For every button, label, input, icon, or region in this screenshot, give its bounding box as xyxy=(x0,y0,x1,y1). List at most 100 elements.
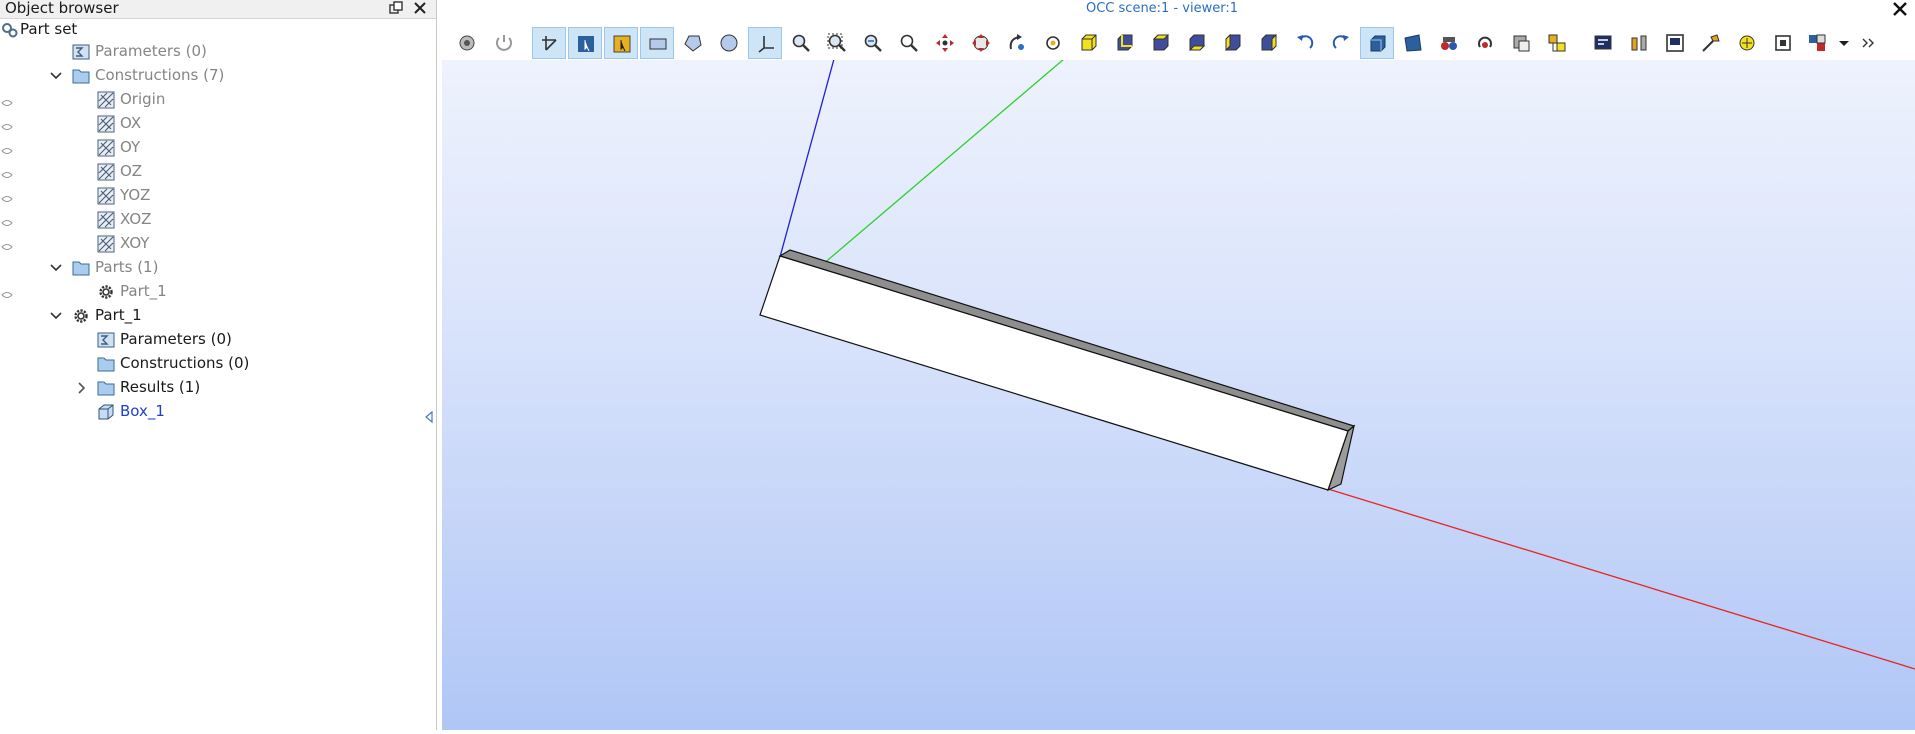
folder-icon xyxy=(97,379,115,397)
tree-item-xoy[interactable]: XOY xyxy=(0,232,430,256)
tree-item-part1-constructions[interactable]: Constructions (0) xyxy=(0,352,430,376)
tree-label: OX xyxy=(120,114,142,132)
tree-label: Part set xyxy=(20,20,78,38)
tree-label: Box_1 xyxy=(120,402,165,420)
top-view-icon[interactable] xyxy=(1144,27,1178,59)
tree-item-yoz[interactable]: YOZ xyxy=(0,184,430,208)
circle-select-icon[interactable] xyxy=(712,27,746,59)
tree-item-oz[interactable]: OZ xyxy=(0,160,430,184)
tree-label: Part_1 xyxy=(95,306,142,324)
gear-icon xyxy=(72,307,90,325)
pan-icon[interactable] xyxy=(928,27,962,59)
environment-icon[interactable] xyxy=(1730,27,1764,59)
visibility-eye-icon[interactable] xyxy=(1,286,13,298)
visibility-eye-icon[interactable] xyxy=(1,190,13,202)
rectangle-select-icon[interactable] xyxy=(640,27,674,59)
folder-icon xyxy=(97,355,115,373)
tree-item-constructions[interactable]: Constructions (7) xyxy=(0,64,430,88)
close-icon[interactable] xyxy=(1891,0,1909,18)
global-pan-icon[interactable] xyxy=(964,27,998,59)
object-browser-panel: Object browser Part set Parameters (0) C… xyxy=(0,0,437,730)
stereo-icon[interactable] xyxy=(1432,27,1466,59)
bottom-view-icon[interactable] xyxy=(1180,27,1214,59)
tree-item-parameters[interactable]: Parameters (0) xyxy=(0,40,430,64)
right-view-icon[interactable] xyxy=(1252,27,1286,59)
tree-item-ox[interactable]: OX xyxy=(0,112,430,136)
tree-item-part1-parameters[interactable]: Parameters (0) xyxy=(0,328,430,352)
tree-item-xoz[interactable]: XOZ xyxy=(0,208,430,232)
tree-label: Parameters (0) xyxy=(120,330,232,348)
tree-item-origin[interactable]: Origin xyxy=(0,88,430,112)
3d-scene-viewport[interactable] xyxy=(442,58,1915,730)
visibility-eye-icon[interactable] xyxy=(1,238,13,250)
tree-item-parts[interactable]: Parts (1) xyxy=(0,256,430,280)
x-axis-line xyxy=(1327,488,1915,670)
tree-item-part-set[interactable]: Part set xyxy=(0,18,430,42)
rotation-icon[interactable] xyxy=(1000,27,1034,59)
zoom-icon[interactable] xyxy=(892,27,926,59)
visibility-eye-icon[interactable] xyxy=(1,94,13,106)
fit-area-icon[interactable] xyxy=(820,27,854,59)
visibility-eye-icon[interactable] xyxy=(1,214,13,226)
ambient-light-icon[interactable] xyxy=(1586,27,1620,59)
viewer-toolbar xyxy=(442,22,1915,60)
ray-tracing-icon[interactable] xyxy=(1694,27,1728,59)
trihedron-icon[interactable] xyxy=(748,27,782,59)
rotate-anticlockwise-icon[interactable] xyxy=(1288,27,1322,59)
fit-selection-icon[interactable] xyxy=(856,27,890,59)
tree-label: XOY xyxy=(120,234,150,252)
back-view-icon[interactable] xyxy=(1108,27,1142,59)
synchronize-icon[interactable] xyxy=(1468,27,1502,59)
perspective-icon[interactable] xyxy=(1396,27,1430,59)
background-icon[interactable] xyxy=(1658,27,1692,59)
chevron-down-icon[interactable] xyxy=(49,69,63,83)
tree-label: Part_1 xyxy=(120,282,167,300)
close-panel-icon[interactable] xyxy=(412,0,428,16)
tree-item-part1[interactable]: Part_1 xyxy=(0,304,430,328)
construction-plane-icon xyxy=(97,187,115,205)
visibility-eye-icon[interactable] xyxy=(1,166,13,178)
tree-item-part1-reference[interactable]: Part_1 xyxy=(0,280,430,304)
viewer-title: OCC scene:1 - viewer:1 xyxy=(1086,1,1238,16)
visibility-eye-icon[interactable] xyxy=(1,142,13,154)
collapse-handle-icon[interactable] xyxy=(424,409,434,424)
construction-point-icon xyxy=(97,91,115,109)
selection-icon[interactable] xyxy=(568,27,602,59)
visibility-eye-icon[interactable] xyxy=(1,118,13,130)
y-axis-line xyxy=(821,58,1065,266)
clipping-icon[interactable] xyxy=(1504,27,1538,59)
float-panel-icon[interactable] xyxy=(388,0,404,16)
scene-canvas xyxy=(759,58,1915,670)
dump-view-icon[interactable] xyxy=(450,27,484,59)
polygon-select-icon[interactable] xyxy=(676,27,710,59)
tree-item-oy[interactable]: OY xyxy=(0,136,430,160)
tree-label: Parameters (0) xyxy=(95,42,207,60)
box-feature-icon xyxy=(97,403,115,421)
left-view-icon[interactable] xyxy=(1216,27,1250,59)
part-set-icon xyxy=(1,21,19,39)
reset-icon[interactable] xyxy=(487,27,521,59)
orthographic-icon[interactable] xyxy=(1360,27,1394,59)
front-view-icon[interactable] xyxy=(1072,27,1106,59)
z-axis-line xyxy=(779,58,835,258)
interaction-style-icon[interactable] xyxy=(532,27,566,59)
chevron-down-icon[interactable] xyxy=(49,309,63,323)
chevron-right-icon[interactable] xyxy=(75,381,89,395)
fit-all-icon[interactable] xyxy=(784,27,818,59)
more-options-icon[interactable] xyxy=(1852,27,1886,59)
construction-axis-icon xyxy=(97,115,115,133)
tree-label: YOZ xyxy=(120,186,151,204)
tree-label: Constructions (7) xyxy=(95,66,225,84)
rotate-clockwise-icon[interactable] xyxy=(1324,27,1358,59)
scaling-icon[interactable] xyxy=(1622,27,1656,59)
tree-label: Results (1) xyxy=(120,378,201,396)
chevron-down-icon[interactable] xyxy=(49,261,63,275)
view-mode-icon[interactable] xyxy=(1766,27,1800,59)
graduated-axes-icon[interactable] xyxy=(1540,27,1574,59)
rotation-point-icon[interactable] xyxy=(1036,27,1070,59)
tree-item-part1-results[interactable]: Results (1) xyxy=(0,376,430,400)
construction-plane-icon xyxy=(97,211,115,229)
dynamic-selection-icon[interactable] xyxy=(604,27,638,59)
tree-item-box1[interactable]: Box_1 xyxy=(0,400,430,424)
construction-axis-icon xyxy=(97,139,115,157)
